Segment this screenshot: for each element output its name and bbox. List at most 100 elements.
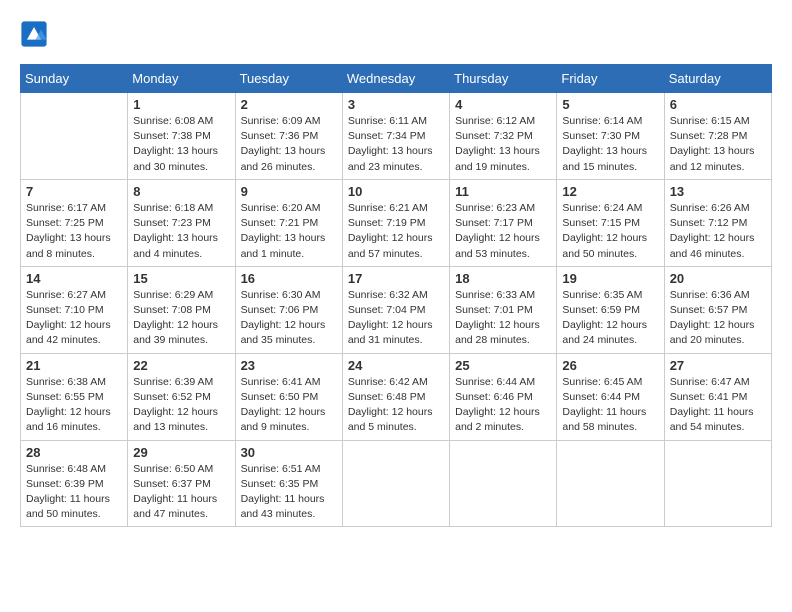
day-info: Sunrise: 6:15 AMSunset: 7:28 PMDaylight:… bbox=[670, 114, 766, 175]
day-info: Sunrise: 6:41 AMSunset: 6:50 PMDaylight:… bbox=[241, 375, 337, 436]
day-number: 24 bbox=[348, 358, 444, 373]
day-number: 12 bbox=[562, 184, 658, 199]
day-number: 15 bbox=[133, 271, 229, 286]
day-info: Sunrise: 6:32 AMSunset: 7:04 PMDaylight:… bbox=[348, 288, 444, 349]
weekday-row: SundayMondayTuesdayWednesdayThursdayFrid… bbox=[21, 65, 772, 93]
weekday-header: Tuesday bbox=[235, 65, 342, 93]
calendar-cell: 2 Sunrise: 6:09 AMSunset: 7:36 PMDaylight… bbox=[235, 93, 342, 180]
day-number: 4 bbox=[455, 97, 551, 112]
day-number: 1 bbox=[133, 97, 229, 112]
day-number: 8 bbox=[133, 184, 229, 199]
day-info: Sunrise: 6:35 AMSunset: 6:59 PMDaylight:… bbox=[562, 288, 658, 349]
calendar-cell: 23 Sunrise: 6:41 AMSunset: 6:50 PMDayligh… bbox=[235, 353, 342, 440]
day-info: Sunrise: 6:17 AMSunset: 7:25 PMDaylight:… bbox=[26, 201, 122, 262]
weekday-header: Thursday bbox=[450, 65, 557, 93]
day-number: 6 bbox=[670, 97, 766, 112]
day-number: 25 bbox=[455, 358, 551, 373]
day-info: Sunrise: 6:44 AMSunset: 6:46 PMDaylight:… bbox=[455, 375, 551, 436]
day-info: Sunrise: 6:12 AMSunset: 7:32 PMDaylight:… bbox=[455, 114, 551, 175]
calendar-cell: 13 Sunrise: 6:26 AMSunset: 7:12 PMDayligh… bbox=[664, 179, 771, 266]
day-info: Sunrise: 6:36 AMSunset: 6:57 PMDaylight:… bbox=[670, 288, 766, 349]
logo bbox=[20, 20, 52, 48]
day-number: 7 bbox=[26, 184, 122, 199]
day-info: Sunrise: 6:09 AMSunset: 7:36 PMDaylight:… bbox=[241, 114, 337, 175]
calendar-cell bbox=[450, 440, 557, 527]
weekday-header: Saturday bbox=[664, 65, 771, 93]
calendar-week-row: 21 Sunrise: 6:38 AMSunset: 6:55 PMDayligh… bbox=[21, 353, 772, 440]
calendar-cell: 9 Sunrise: 6:20 AMSunset: 7:21 PMDaylight… bbox=[235, 179, 342, 266]
calendar-cell: 30 Sunrise: 6:51 AMSunset: 6:35 PMDayligh… bbox=[235, 440, 342, 527]
day-number: 9 bbox=[241, 184, 337, 199]
day-number: 13 bbox=[670, 184, 766, 199]
calendar-cell: 5Sunrise: 6:14 AMSunset: 7:30 PMDaylight… bbox=[557, 93, 664, 180]
day-info: Sunrise: 6:27 AMSunset: 7:10 PMDaylight:… bbox=[26, 288, 122, 349]
day-info: Sunrise: 6:45 AMSunset: 6:44 PMDaylight:… bbox=[562, 375, 658, 436]
day-info: Sunrise: 6:51 AMSunset: 6:35 PMDaylight:… bbox=[241, 462, 337, 523]
day-number: 22 bbox=[133, 358, 229, 373]
calendar-cell: 10 Sunrise: 6:21 AMSunset: 7:19 PMDayligh… bbox=[342, 179, 449, 266]
calendar-cell: 27 Sunrise: 6:47 AMSunset: 6:41 PMDayligh… bbox=[664, 353, 771, 440]
day-info: Sunrise: 6:33 AMSunset: 7:01 PMDaylight:… bbox=[455, 288, 551, 349]
day-number: 10 bbox=[348, 184, 444, 199]
day-number: 26 bbox=[562, 358, 658, 373]
day-info: Sunrise: 6:47 AMSunset: 6:41 PMDaylight:… bbox=[670, 375, 766, 436]
day-info: Sunrise: 6:26 AMSunset: 7:12 PMDaylight:… bbox=[670, 201, 766, 262]
calendar-week-row: 1 Sunrise: 6:08 AMSunset: 7:38 PMDaylight… bbox=[21, 93, 772, 180]
calendar-cell: 7 Sunrise: 6:17 AMSunset: 7:25 PMDaylight… bbox=[21, 179, 128, 266]
day-number: 11 bbox=[455, 184, 551, 199]
day-info: Sunrise: 6:42 AMSunset: 6:48 PMDaylight:… bbox=[348, 375, 444, 436]
day-info: Sunrise: 6:30 AMSunset: 7:06 PMDaylight:… bbox=[241, 288, 337, 349]
day-number: 29 bbox=[133, 445, 229, 460]
calendar-body: 1 Sunrise: 6:08 AMSunset: 7:38 PMDaylight… bbox=[21, 93, 772, 527]
day-info: Sunrise: 6:18 AMSunset: 7:23 PMDaylight:… bbox=[133, 201, 229, 262]
calendar-cell: 12 Sunrise: 6:24 AMSunset: 7:15 PMDayligh… bbox=[557, 179, 664, 266]
page-header bbox=[20, 20, 772, 48]
day-number: 20 bbox=[670, 271, 766, 286]
calendar-cell: 21 Sunrise: 6:38 AMSunset: 6:55 PMDayligh… bbox=[21, 353, 128, 440]
calendar-cell bbox=[664, 440, 771, 527]
calendar-cell: 19Sunrise: 6:35 AMSunset: 6:59 PMDayligh… bbox=[557, 266, 664, 353]
day-number: 3 bbox=[348, 97, 444, 112]
day-info: Sunrise: 6:24 AMSunset: 7:15 PMDaylight:… bbox=[562, 201, 658, 262]
day-info: Sunrise: 6:39 AMSunset: 6:52 PMDaylight:… bbox=[133, 375, 229, 436]
calendar-cell bbox=[21, 93, 128, 180]
calendar-cell: 26 Sunrise: 6:45 AMSunset: 6:44 PMDayligh… bbox=[557, 353, 664, 440]
day-info: Sunrise: 6:08 AMSunset: 7:38 PMDaylight:… bbox=[133, 114, 229, 175]
day-number: 16 bbox=[241, 271, 337, 286]
calendar-header: SundayMondayTuesdayWednesdayThursdayFrid… bbox=[21, 65, 772, 93]
day-number: 27 bbox=[670, 358, 766, 373]
calendar-cell: 20 Sunrise: 6:36 AMSunset: 6:57 PMDayligh… bbox=[664, 266, 771, 353]
calendar-cell: 11 Sunrise: 6:23 AMSunset: 7:17 PMDayligh… bbox=[450, 179, 557, 266]
calendar-cell: 14 Sunrise: 6:27 AMSunset: 7:10 PMDayligh… bbox=[21, 266, 128, 353]
calendar-cell: 17 Sunrise: 6:32 AMSunset: 7:04 PMDayligh… bbox=[342, 266, 449, 353]
day-number: 14 bbox=[26, 271, 122, 286]
day-number: 28 bbox=[26, 445, 122, 460]
calendar-cell: 24 Sunrise: 6:42 AMSunset: 6:48 PMDayligh… bbox=[342, 353, 449, 440]
day-info: Sunrise: 6:38 AMSunset: 6:55 PMDaylight:… bbox=[26, 375, 122, 436]
day-number: 23 bbox=[241, 358, 337, 373]
day-info: Sunrise: 6:11 AMSunset: 7:34 PMDaylight:… bbox=[348, 114, 444, 175]
day-info: Sunrise: 6:14 AMSunset: 7:30 PMDaylight:… bbox=[562, 114, 658, 175]
day-number: 2 bbox=[241, 97, 337, 112]
calendar-cell: 15 Sunrise: 6:29 AMSunset: 7:08 PMDayligh… bbox=[128, 266, 235, 353]
day-number: 30 bbox=[241, 445, 337, 460]
calendar-cell: 22 Sunrise: 6:39 AMSunset: 6:52 PMDayligh… bbox=[128, 353, 235, 440]
day-info: Sunrise: 6:29 AMSunset: 7:08 PMDaylight:… bbox=[133, 288, 229, 349]
weekday-header: Friday bbox=[557, 65, 664, 93]
day-number: 21 bbox=[26, 358, 122, 373]
weekday-header: Monday bbox=[128, 65, 235, 93]
calendar-cell: 16 Sunrise: 6:30 AMSunset: 7:06 PMDayligh… bbox=[235, 266, 342, 353]
calendar-cell bbox=[557, 440, 664, 527]
calendar-cell: 29Sunrise: 6:50 AMSunset: 6:37 PMDayligh… bbox=[128, 440, 235, 527]
weekday-header: Wednesday bbox=[342, 65, 449, 93]
calendar-cell: 6 Sunrise: 6:15 AMSunset: 7:28 PMDaylight… bbox=[664, 93, 771, 180]
calendar-week-row: 7 Sunrise: 6:17 AMSunset: 7:25 PMDaylight… bbox=[21, 179, 772, 266]
calendar-cell: 3 Sunrise: 6:11 AMSunset: 7:34 PMDaylight… bbox=[342, 93, 449, 180]
day-info: Sunrise: 6:23 AMSunset: 7:17 PMDaylight:… bbox=[455, 201, 551, 262]
day-number: 17 bbox=[348, 271, 444, 286]
day-info: Sunrise: 6:20 AMSunset: 7:21 PMDaylight:… bbox=[241, 201, 337, 262]
day-info: Sunrise: 6:48 AMSunset: 6:39 PMDaylight:… bbox=[26, 462, 122, 523]
day-info: Sunrise: 6:21 AMSunset: 7:19 PMDaylight:… bbox=[348, 201, 444, 262]
calendar-cell: 1 Sunrise: 6:08 AMSunset: 7:38 PMDaylight… bbox=[128, 93, 235, 180]
calendar-cell bbox=[342, 440, 449, 527]
